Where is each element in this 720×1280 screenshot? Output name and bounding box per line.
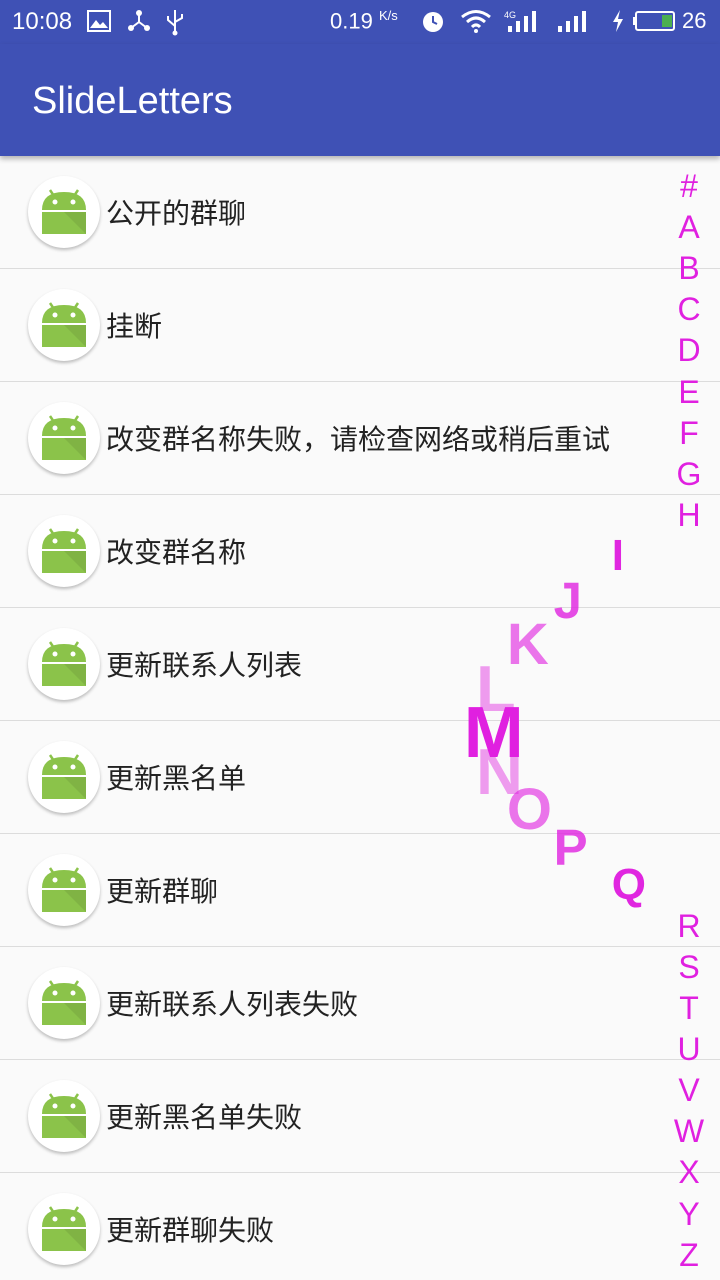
share-icon xyxy=(126,8,152,39)
alarm-icon xyxy=(420,8,446,39)
usb-icon xyxy=(164,8,186,41)
signal-icon xyxy=(506,8,544,39)
image-icon xyxy=(86,8,112,39)
network-speed: 0.19 K/s xyxy=(330,8,398,34)
android-icon xyxy=(28,741,100,813)
app-bar: SlideLetters xyxy=(0,44,720,156)
list-item-label: 公开的群聊 xyxy=(106,197,247,230)
list-item[interactable]: 更新黑名单 xyxy=(0,721,720,834)
wifi-icon xyxy=(460,8,492,39)
index-letter-F[interactable]: F xyxy=(669,415,709,452)
list-item[interactable]: 挂断 xyxy=(0,269,720,382)
index-letter-A[interactable]: A xyxy=(669,209,709,246)
list-item[interactable]: 更新联系人列表 xyxy=(0,608,720,721)
android-icon xyxy=(28,289,100,361)
app-title: SlideLetters xyxy=(32,80,233,122)
status-time: 10:08 xyxy=(12,8,73,35)
android-icon xyxy=(28,1080,100,1152)
contact-list: 公开的群聊 挂断 改变群名称失败，请检查网络或稍后重试 改变群名称 更新联系人列… xyxy=(0,156,720,1280)
speed-value: 0.19 xyxy=(330,8,373,34)
android-icon xyxy=(28,854,100,926)
index-letter-Z[interactable]: Z xyxy=(669,1237,709,1274)
index-letter-E[interactable]: E xyxy=(669,374,709,411)
index-letter-R[interactable]: R xyxy=(669,908,709,945)
android-icon xyxy=(28,628,100,700)
index-letter-W[interactable]: W xyxy=(669,1113,709,1150)
list-item-label: 更新联系人列表失败 xyxy=(106,988,359,1021)
index-letter-hash[interactable]: # xyxy=(669,168,709,205)
android-icon xyxy=(28,402,100,474)
index-letter-G[interactable]: G xyxy=(669,456,709,493)
android-icon xyxy=(28,1193,100,1265)
index-letter-Y[interactable]: Y xyxy=(669,1196,709,1233)
list-item[interactable]: 改变群名称 xyxy=(0,495,720,608)
list-item[interactable]: 更新黑名单失败 xyxy=(0,1060,720,1173)
list-item-label: 更新黑名单失败 xyxy=(106,1101,303,1134)
list-item[interactable]: 更新群聊失败 xyxy=(0,1173,720,1280)
index-letter-H[interactable]: H xyxy=(669,497,709,534)
list-item-label: 更新黑名单 xyxy=(106,762,247,795)
index-letter-X[interactable]: X xyxy=(669,1154,709,1191)
battery-level: 26 xyxy=(682,8,707,33)
speed-unit: K/s xyxy=(378,8,398,23)
battery-icon xyxy=(632,8,678,39)
index-letter-S[interactable]: S xyxy=(669,949,709,986)
list-item-label: 挂断 xyxy=(106,310,163,343)
index-letter-T[interactable]: T xyxy=(669,990,709,1027)
list-item[interactable]: 更新群聊 xyxy=(0,834,720,947)
charging-icon xyxy=(610,8,626,39)
list-item-label: 改变群名称 xyxy=(106,536,247,569)
index-letter-B[interactable]: B xyxy=(669,250,709,287)
signal-icon-2 xyxy=(556,8,594,39)
list-item[interactable]: 更新联系人列表失败 xyxy=(0,947,720,1060)
android-icon xyxy=(28,176,100,248)
list-item-label: 更新联系人列表 xyxy=(106,649,303,682)
letter-index-bar[interactable]: # A B C D E F G H R S T U V W X Y Z xyxy=(660,168,720,1280)
index-letter-C[interactable]: C xyxy=(669,291,709,328)
list-item[interactable]: 公开的群聊 xyxy=(0,156,720,269)
list-item-label: 更新群聊失败 xyxy=(106,1214,275,1247)
android-icon xyxy=(28,967,100,1039)
status-bar: 10:08 0.19 K/s 4G 26 xyxy=(0,0,720,44)
list-item[interactable]: 改变群名称失败，请检查网络或稍后重试 xyxy=(0,382,720,495)
android-icon xyxy=(28,515,100,587)
list-item-label: 更新群聊 xyxy=(106,875,219,908)
index-letter-D[interactable]: D xyxy=(669,332,709,369)
index-letter-V[interactable]: V xyxy=(669,1072,709,1109)
list-item-label: 改变群名称失败，请检查网络或稍后重试 xyxy=(106,423,611,456)
index-letter-U[interactable]: U xyxy=(669,1031,709,1068)
